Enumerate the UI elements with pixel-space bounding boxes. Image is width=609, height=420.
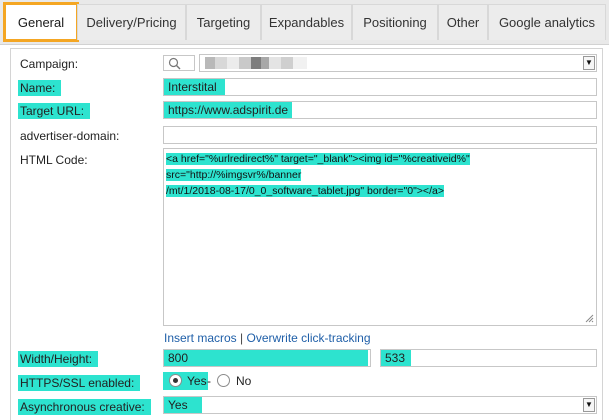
https-yes-label: Yes	[187, 374, 207, 388]
campaign-search-button[interactable]	[163, 55, 195, 71]
https-no-radio[interactable]	[217, 374, 230, 387]
tab-targeting[interactable]: Targeting	[186, 4, 261, 40]
async-creative-label: Asynchronous creative:	[18, 399, 151, 415]
tab-general[interactable]: General	[3, 2, 79, 42]
html-code-line-2: /mt/1/2018-08-17/0_0_software_tablet.jpg…	[166, 185, 444, 197]
https-yes-option[interactable]: Yes	[163, 372, 208, 390]
width-input[interactable]: 800	[163, 349, 371, 367]
chevron-down-icon: ▼	[583, 56, 595, 70]
tab-expandables[interactable]: Expandables	[261, 4, 352, 40]
resize-grip-icon[interactable]	[584, 313, 594, 323]
name-input[interactable]: Interstital	[163, 78, 597, 96]
name-value: Interstital	[164, 79, 225, 95]
https-dash: -	[207, 374, 211, 388]
overwrite-click-tracking-link[interactable]: Overwrite click-tracking	[247, 331, 371, 345]
tab-google-analytics[interactable]: Google analytics	[488, 4, 606, 40]
search-icon	[168, 57, 181, 70]
https-yes-radio[interactable]	[169, 374, 182, 387]
target-url-input[interactable]: https://www.adspirit.de	[163, 101, 597, 119]
name-label: Name:	[18, 80, 62, 96]
campaign-label: Campaign:	[20, 57, 79, 71]
height-value: 533	[381, 350, 412, 366]
target-url-value: https://www.adspirit.de	[164, 102, 293, 118]
async-creative-value: Yes	[164, 397, 202, 413]
tab-positioning[interactable]: Positioning	[352, 4, 438, 40]
async-creative-select[interactable]: Yes ▼	[163, 396, 597, 414]
advertiser-domain-label: advertiser-domain:	[20, 129, 120, 143]
insert-macros-link[interactable]: Insert macros	[164, 331, 237, 345]
width-value: 800	[164, 350, 368, 366]
tab-delivery-pricing[interactable]: Delivery/Pricing	[77, 4, 186, 40]
tab-bar: General Delivery/Pricing Targeting Expan…	[0, 0, 609, 45]
https-no-label: No	[236, 374, 252, 388]
tab-other[interactable]: Other	[438, 4, 488, 40]
chevron-down-icon: ▼	[583, 398, 595, 412]
advertiser-domain-input[interactable]	[163, 126, 597, 144]
width-height-label: Width/Height:	[18, 351, 99, 367]
html-code-line-1: <a href="%urlredirect%" target="_blank">…	[166, 153, 470, 181]
link-separator: |	[240, 331, 244, 345]
target-url-label: Target URL:	[18, 103, 91, 119]
https-label: HTTPS/SSL enabled:	[18, 375, 141, 391]
height-input[interactable]: 533	[380, 349, 597, 367]
code-links: Insert macros | Overwrite click-tracking	[164, 330, 371, 346]
html-code-label: HTML Code:	[20, 153, 88, 167]
html-code-content: <a href="%urlredirect%" target="_blank">…	[166, 151, 594, 199]
